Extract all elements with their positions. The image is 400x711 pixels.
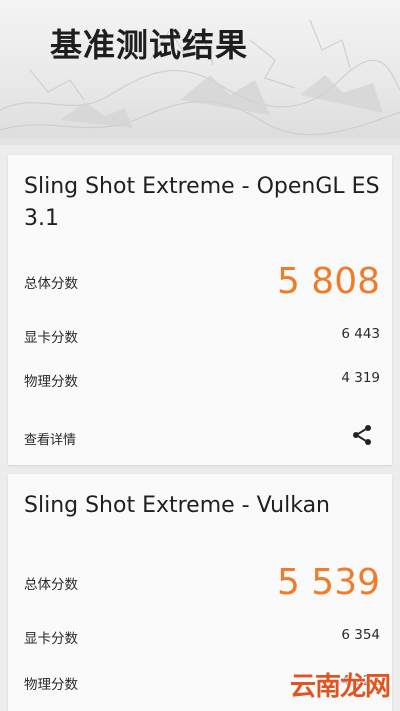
test-title: Sling Shot Extreme - OpenGL ES 3.1 [24,174,380,231]
test-title: Sling Shot Extreme - Vulkan [24,493,331,518]
physics-score-row: 物理分数 4 319 [24,361,380,397]
physics-score-value: 4 319 [341,370,380,386]
watermark-logo: 云南龙网 [289,672,391,702]
header-banner: 基准测试结果 [0,0,400,145]
physics-score-label: 物理分数 [24,374,78,390]
overall-score-row: 总体分数 5 808 [24,261,380,302]
view-details-link[interactable]: 查看详情 [24,429,76,448]
overall-score-value: 5 808 [276,261,380,302]
physics-score-label: 物理分数 [24,677,78,693]
graphics-score-value: 6 354 [341,627,380,643]
overall-score-value: 5 539 [276,562,380,603]
share-icon[interactable] [350,423,374,447]
graphics-score-value: 6 443 [341,326,380,342]
graphics-score-row: 显卡分数 6 443 [24,317,380,353]
result-card: Sling Shot Extreme - OpenGL ES 3.1 总体分数 … [8,155,392,465]
overall-score-label: 总体分数 [24,276,78,292]
graphics-score-label: 显卡分数 [24,631,78,647]
graphics-score-row: 显卡分数 6 354 [24,618,380,654]
page-title: 基准测试结果 [50,26,249,64]
graphics-score-label: 显卡分数 [24,330,78,346]
overall-score-row: 总体分数 5 539 [24,562,380,603]
overall-score-label: 总体分数 [24,577,78,593]
